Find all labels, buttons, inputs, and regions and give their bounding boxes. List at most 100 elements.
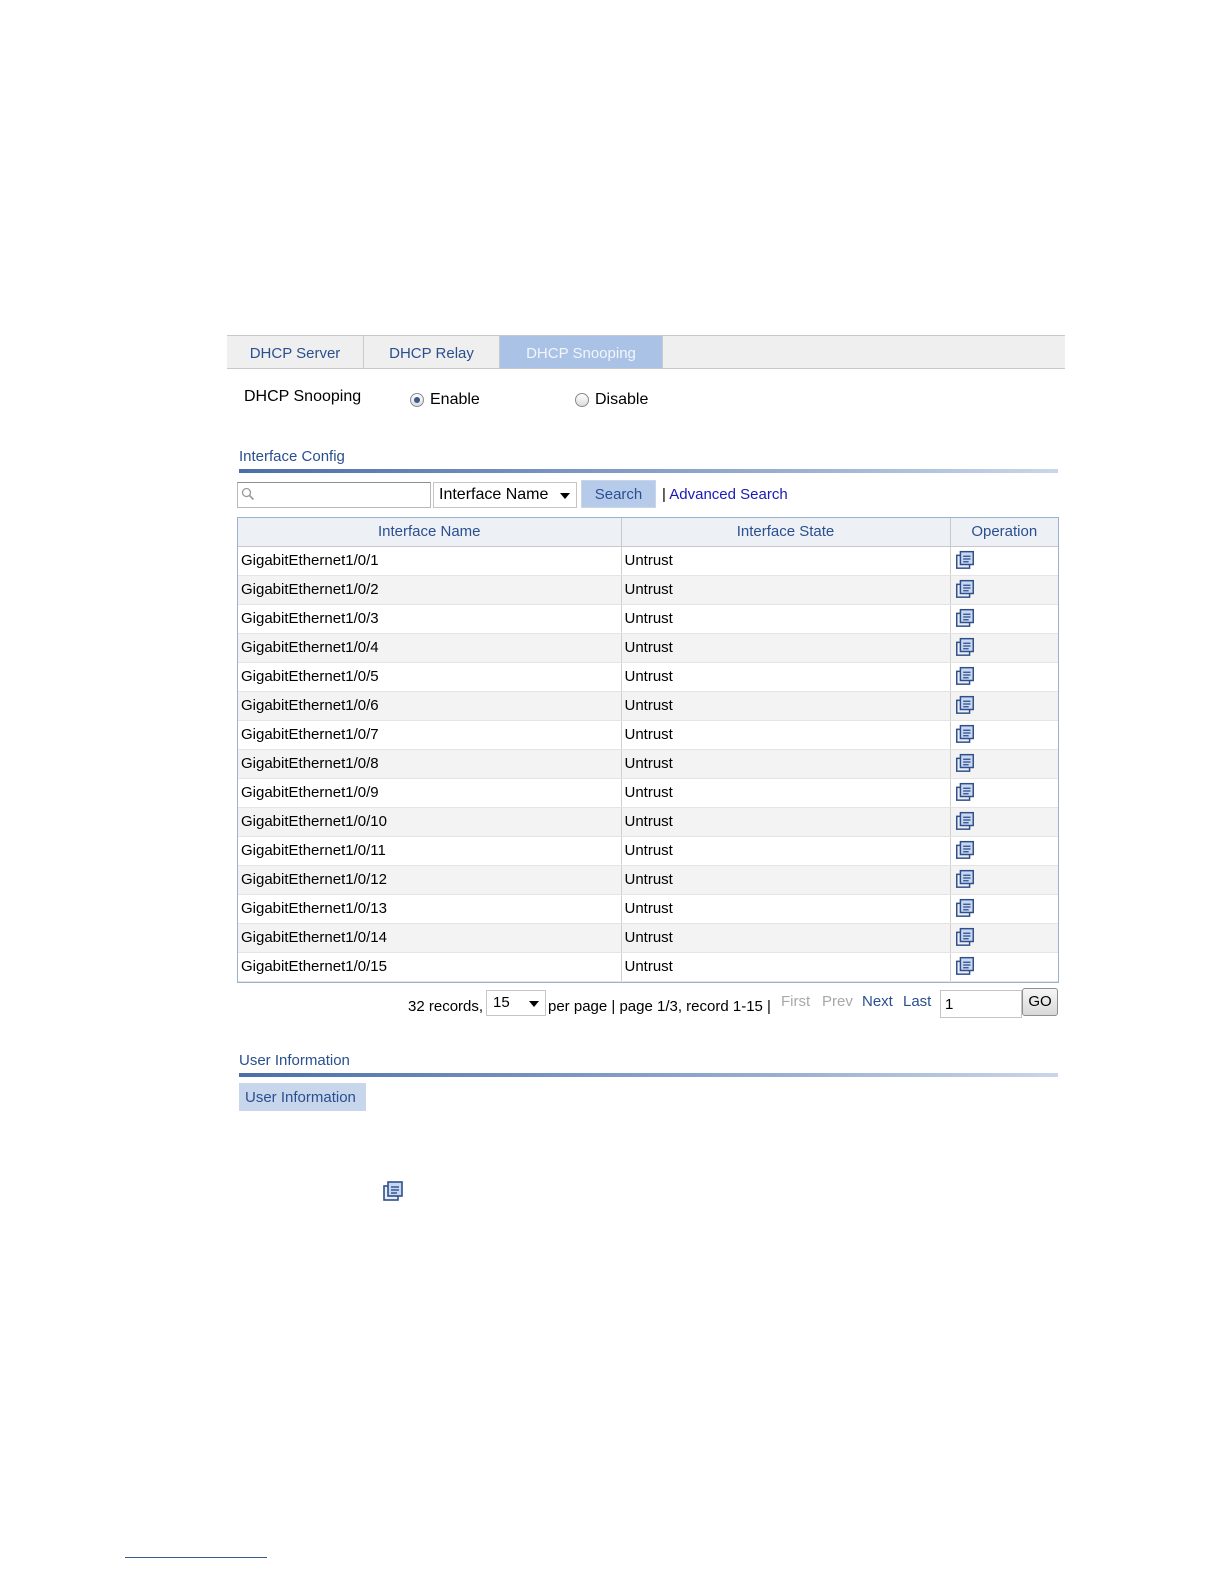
interface-name-cell: GigabitEthernet1/0/8 bbox=[238, 749, 622, 779]
interface-state-cell: Untrust bbox=[621, 778, 951, 808]
pagination: 32 records, 15 per page | page 1/3, reco… bbox=[407, 988, 1059, 1018]
interface-state-cell: Untrust bbox=[621, 836, 951, 866]
interface-table: Interface Name Interface State Operation… bbox=[237, 517, 1059, 983]
search-field-value: Interface Name bbox=[439, 486, 549, 503]
interface-config-title: Interface Config bbox=[239, 448, 345, 465]
first-page-link[interactable]: First bbox=[781, 993, 810, 1010]
disable-radio[interactable] bbox=[575, 393, 589, 407]
search-input[interactable] bbox=[237, 482, 431, 508]
per-page-value: 15 bbox=[493, 994, 510, 1011]
interface-state-cell: Untrust bbox=[621, 894, 951, 924]
interface-state-cell: Untrust bbox=[621, 546, 951, 576]
edit-icon[interactable] bbox=[954, 548, 976, 574]
interface-name-cell: GigabitEthernet1/0/7 bbox=[238, 720, 622, 750]
user-information-heading: User Information bbox=[239, 1052, 1058, 1077]
table-row: GigabitEthernet1/0/14 Untrust bbox=[238, 923, 1058, 953]
operation-cell bbox=[950, 778, 1058, 808]
dhcp-snooping-row: DHCP Snooping Enable Disable bbox=[244, 385, 844, 411]
enable-label: Enable bbox=[430, 391, 480, 408]
operation-cell bbox=[950, 546, 1058, 576]
interface-name-cell: GigabitEthernet1/0/4 bbox=[238, 633, 622, 663]
table-row: GigabitEthernet1/0/10 Untrust bbox=[238, 807, 1058, 837]
table-row: GigabitEthernet1/0/5 Untrust bbox=[238, 662, 1058, 692]
edit-icon[interactable] bbox=[954, 664, 976, 690]
separator: | bbox=[662, 486, 666, 503]
dhcp-snooping-label: DHCP Snooping bbox=[244, 388, 362, 405]
operation-cell bbox=[950, 923, 1058, 953]
advanced-search-group: | Advanced Search bbox=[662, 486, 788, 503]
dhcp-panel: DHCP Server DHCP Relay DHCP Snooping DHC… bbox=[227, 335, 1065, 1111]
edit-icon[interactable] bbox=[954, 606, 976, 632]
search-icon bbox=[241, 487, 255, 501]
interface-name-cell: GigabitEthernet1/0/9 bbox=[238, 778, 622, 808]
interface-name-cell: GigabitEthernet1/0/15 bbox=[238, 952, 622, 982]
interface-name-cell: GigabitEthernet1/0/12 bbox=[238, 865, 622, 895]
interface-name-cell: GigabitEthernet1/0/1 bbox=[238, 546, 622, 576]
edit-icon[interactable] bbox=[954, 780, 976, 806]
section-divider bbox=[239, 469, 1058, 473]
user-information-title: User Information bbox=[239, 1052, 350, 1069]
col-header-interface-name[interactable]: Interface Name bbox=[238, 518, 622, 547]
edit-icon[interactable] bbox=[954, 867, 976, 893]
table-row: GigabitEthernet1/0/3 Untrust bbox=[238, 604, 1058, 634]
footnote-divider bbox=[125, 1557, 267, 1558]
chevron-down-icon bbox=[529, 1001, 539, 1007]
section-divider bbox=[239, 1073, 1058, 1077]
interface-state-cell: Untrust bbox=[621, 662, 951, 692]
edit-icon[interactable] bbox=[954, 954, 976, 980]
edit-icon[interactable] bbox=[954, 635, 976, 661]
interface-state-cell: Untrust bbox=[621, 604, 951, 634]
tab-dhcp-snooping[interactable]: DHCP Snooping bbox=[500, 336, 663, 368]
table-row: GigabitEthernet1/0/6 Untrust bbox=[238, 691, 1058, 721]
edit-icon[interactable] bbox=[954, 577, 976, 603]
edit-icon[interactable] bbox=[954, 751, 976, 777]
operation-cell bbox=[950, 575, 1058, 605]
interface-name-cell: GigabitEthernet1/0/5 bbox=[238, 662, 622, 692]
next-page-link[interactable]: Next bbox=[862, 993, 893, 1010]
interface-state-cell: Untrust bbox=[621, 691, 951, 721]
table-row: GigabitEthernet1/0/7 Untrust bbox=[238, 720, 1058, 750]
tab-dhcp-server[interactable]: DHCP Server bbox=[227, 336, 364, 368]
edit-icon[interactable] bbox=[954, 693, 976, 719]
table-row: GigabitEthernet1/0/13 Untrust bbox=[238, 894, 1058, 924]
last-page-link[interactable]: Last bbox=[903, 993, 931, 1010]
search-button[interactable]: Search bbox=[581, 480, 656, 508]
interface-name-cell: GigabitEthernet1/0/6 bbox=[238, 691, 622, 721]
interface-state-cell: Untrust bbox=[621, 865, 951, 895]
search-bar: Interface Name Search | Advanced Search bbox=[237, 480, 1057, 510]
page-summary: per page | page 1/3, record 1-15 | bbox=[548, 998, 771, 1015]
search-field-select[interactable]: Interface Name bbox=[433, 482, 577, 508]
per-page-select[interactable]: 15 bbox=[486, 990, 546, 1016]
interface-name-cell: GigabitEthernet1/0/14 bbox=[238, 923, 622, 953]
operation-cell bbox=[950, 807, 1058, 837]
edit-icon[interactable] bbox=[954, 809, 976, 835]
prev-page-link[interactable]: Prev bbox=[822, 993, 853, 1010]
edit-icon[interactable] bbox=[954, 722, 976, 748]
enable-option[interactable]: Enable bbox=[410, 391, 480, 409]
edit-icon bbox=[383, 1181, 403, 1201]
disable-label: Disable bbox=[595, 391, 649, 408]
operation-cell bbox=[950, 633, 1058, 663]
interface-name-cell: GigabitEthernet1/0/11 bbox=[238, 836, 622, 866]
edit-icon[interactable] bbox=[954, 838, 976, 864]
go-button[interactable]: GO bbox=[1022, 988, 1058, 1016]
edit-icon[interactable] bbox=[954, 925, 976, 951]
advanced-search-link[interactable]: Advanced Search bbox=[669, 486, 787, 503]
interface-config-heading: Interface Config bbox=[239, 448, 1058, 473]
records-count: 32 records, bbox=[408, 998, 484, 1015]
table-row: GigabitEthernet1/0/12 Untrust bbox=[238, 865, 1058, 895]
page-number-input[interactable]: 1 bbox=[940, 990, 1022, 1018]
tab-dhcp-relay[interactable]: DHCP Relay bbox=[364, 336, 500, 368]
interface-name-cell: GigabitEthernet1/0/3 bbox=[238, 604, 622, 634]
user-information-button[interactable]: User Information bbox=[239, 1083, 366, 1111]
disable-option[interactable]: Disable bbox=[575, 391, 648, 409]
operation-cell bbox=[950, 662, 1058, 692]
operation-cell bbox=[950, 604, 1058, 634]
enable-radio[interactable] bbox=[410, 393, 424, 407]
edit-icon[interactable] bbox=[954, 896, 976, 922]
interface-name-cell: GigabitEthernet1/0/13 bbox=[238, 894, 622, 924]
col-header-interface-state[interactable]: Interface State bbox=[621, 518, 951, 547]
operation-cell bbox=[950, 720, 1058, 750]
interface-state-cell: Untrust bbox=[621, 720, 951, 750]
interface-name-cell: GigabitEthernet1/0/10 bbox=[238, 807, 622, 837]
